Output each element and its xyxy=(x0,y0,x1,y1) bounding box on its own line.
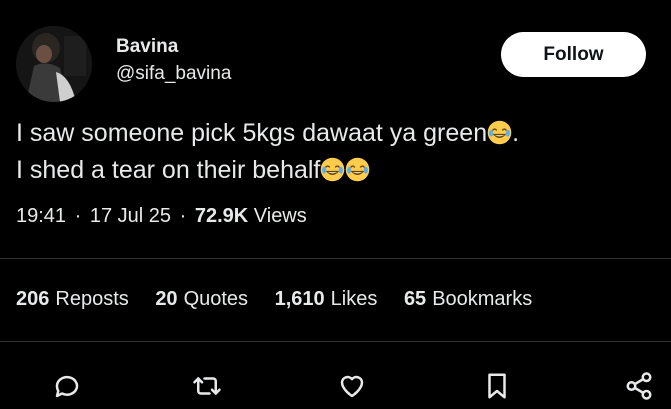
share-icon[interactable] xyxy=(622,369,656,403)
tweet-date[interactable]: 17 Jul 25 xyxy=(90,205,171,227)
like-icon[interactable] xyxy=(335,369,369,403)
reply-icon[interactable] xyxy=(50,369,84,403)
laughing-emoji-icon xyxy=(320,157,345,182)
tweet-time[interactable]: 19:41 xyxy=(16,205,66,227)
user-handle[interactable]: @sifa_bavina xyxy=(116,63,231,85)
bookmarks-stat[interactable]: 65 Bookmarks xyxy=(404,288,532,311)
bookmark-icon[interactable] xyxy=(480,369,514,403)
tweet-text: I shed a tear on their behalf xyxy=(16,156,321,184)
follow-button[interactable]: Follow xyxy=(501,32,646,77)
quotes-count: 20 xyxy=(155,288,178,310)
tweet-text: I saw someone pick 5kgs dawaat ya green xyxy=(16,119,488,147)
tweet-text-line-1: I saw someone pick 5kgs dawaat ya green. xyxy=(16,118,519,148)
views-label: Views xyxy=(253,205,307,227)
meta-separator: · xyxy=(74,205,82,227)
reposts-stat[interactable]: 206 Reposts xyxy=(16,288,129,311)
reposts-count: 206 xyxy=(16,288,50,310)
laughing-emoji-icon xyxy=(345,157,370,182)
reposts-label: Reposts xyxy=(55,288,129,310)
divider xyxy=(0,341,671,342)
avatar-image xyxy=(16,26,92,102)
tweet-meta: 19:41 · 17 Jul 25 · 72.9K Views xyxy=(16,205,307,228)
engagement-stats: 206 Reposts 20 Quotes 1,610 Likes 65 Bookmar… xyxy=(16,288,553,311)
quotes-stat[interactable]: 20 Quotes xyxy=(155,288,248,311)
tweet-text-end: . xyxy=(512,119,520,147)
likes-count: 1,610 xyxy=(274,288,325,310)
quotes-label: Quotes xyxy=(183,288,249,310)
bookmarks-count: 65 xyxy=(403,288,427,310)
bookmarks-label: Bookmarks xyxy=(432,288,533,310)
avatar[interactable] xyxy=(16,26,92,102)
display-name[interactable]: Bavina xyxy=(116,36,178,58)
divider xyxy=(0,258,671,259)
meta-separator: · xyxy=(179,205,187,227)
likes-stat[interactable]: 1,610 Likes xyxy=(275,288,378,311)
laughing-emoji-icon xyxy=(487,120,512,145)
likes-label: Likes xyxy=(330,288,378,310)
views-count: 72.9K xyxy=(194,205,249,227)
tweet-text-line-2: I shed a tear on their behalf xyxy=(16,155,370,185)
repost-icon[interactable] xyxy=(190,369,224,403)
